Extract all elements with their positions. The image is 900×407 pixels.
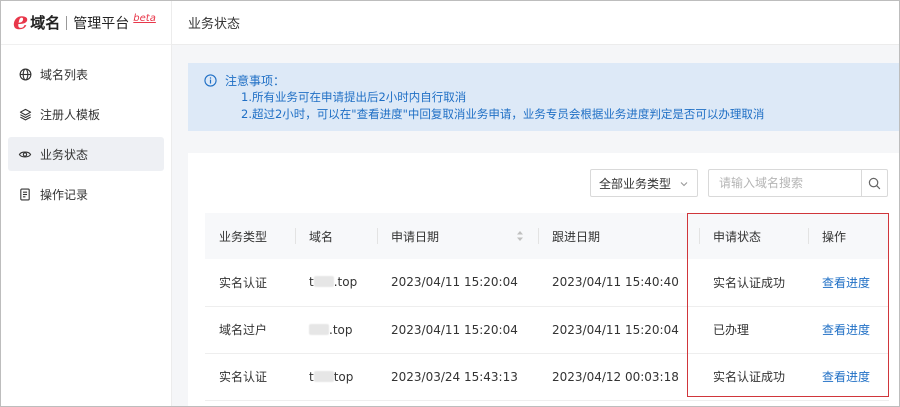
- notice-line: 2.超过2小时，可以在"查看进度"中回复取消业务申请，业务专员会根据业务进度判定…: [241, 107, 765, 121]
- column-header-follow-date: 跟进日期: [538, 213, 699, 259]
- app-window: e 域名 管理平台 beta 域名列表 注册人模板 业务状态 操作记录 业务状态…: [0, 0, 900, 407]
- table-row: 实名认证 t top 2023/03/24 15:43:13 2023/04/12…: [205, 353, 889, 400]
- notice-title: 注意事项：: [225, 74, 286, 88]
- domain-search-input[interactable]: [709, 170, 861, 196]
- sidebar-item-label: 注册人模板: [40, 107, 101, 122]
- brand-name: 域名: [30, 14, 61, 32]
- document-icon: [18, 187, 32, 201]
- sidebar-item-domain-list[interactable]: 域名列表: [8, 57, 164, 91]
- redacted-domain: [313, 276, 334, 288]
- view-progress-link[interactable]: 查看进度: [808, 259, 889, 306]
- eye-icon: [18, 147, 32, 161]
- table-row: 域名过户 .top 2023/04/11 15:20:04 2023/04/11…: [205, 306, 889, 353]
- cell-domain: t .top: [309, 275, 358, 290]
- notice-line: 1.所有业务可在申请提出后2小时内自行取消: [241, 90, 467, 104]
- column-header-status: 申请状态: [699, 213, 808, 259]
- redacted-domain: [313, 370, 334, 382]
- brand-divider: [66, 15, 68, 30]
- cell-domain: t top: [309, 369, 354, 384]
- page-header: 业务状态: [172, 1, 899, 45]
- cell-status: 已办理: [713, 323, 750, 337]
- business-status-card: 全部业务类型 业务类型 域名 申请日期: [188, 153, 899, 406]
- sidebar-item-label: 域名列表: [40, 67, 89, 82]
- brand-subtitle: 管理平台: [73, 15, 130, 32]
- brand-logo[interactable]: e 域名 管理平台 beta: [1, 1, 171, 45]
- business-type-select-value: 全部业务类型: [599, 176, 672, 191]
- cell-business-type: 域名过户: [219, 323, 268, 337]
- info-icon: [204, 74, 217, 87]
- chevron-down-icon: [679, 178, 689, 188]
- sidebar-item-operation-log[interactable]: 操作记录: [8, 177, 164, 211]
- cell-follow-date: 2023/04/11 15:40:40: [552, 275, 679, 290]
- layers-icon: [18, 107, 32, 121]
- business-type-select[interactable]: 全部业务类型: [590, 169, 698, 197]
- sidebar-nav: 域名列表 注册人模板 业务状态 操作记录: [1, 45, 171, 211]
- sidebar: e 域名 管理平台 beta 域名列表 注册人模板 业务状态 操作记录: [1, 1, 172, 406]
- column-header-action: 操作: [808, 213, 889, 259]
- cell-business-type: 实名认证: [219, 370, 268, 384]
- table-header-row: 业务类型 域名 申请日期 跟进日期 申请状态 操作: [205, 213, 889, 259]
- search-icon: [868, 177, 881, 189]
- sidebar-item-label: 业务状态: [40, 147, 89, 162]
- cell-apply-date: 2023/03/24 15:43:13: [391, 369, 518, 384]
- sidebar-item-business-status[interactable]: 业务状态: [8, 137, 164, 171]
- cell-apply-date: 2023/04/11 15:20:04: [391, 275, 518, 290]
- business-status-table: 业务类型 域名 申请日期 跟进日期 申请状态 操作 实名认证 t .top 20…: [205, 213, 889, 401]
- notice-banner: 注意事项： 1.所有业务可在申请提出后2小时内自行取消 2.超过2小时，可以在"…: [188, 63, 899, 131]
- column-header-apply-date[interactable]: 申请日期: [377, 213, 538, 259]
- globe-icon: [18, 67, 32, 81]
- cell-business-type: 实名认证: [219, 275, 268, 290]
- view-progress-link[interactable]: 查看进度: [808, 306, 889, 353]
- domain-search: [708, 169, 888, 197]
- sidebar-item-registrant-template[interactable]: 注册人模板: [8, 97, 164, 131]
- page-title: 业务状态: [188, 17, 241, 32]
- cell-follow-date: 2023/04/11 15:20:04: [552, 322, 679, 337]
- cell-domain: .top: [295, 306, 377, 353]
- cell-status: 实名认证成功: [713, 275, 786, 290]
- cell-status: 实名认证成功: [713, 370, 786, 384]
- search-button[interactable]: [861, 170, 887, 196]
- view-progress-link[interactable]: 查看进度: [808, 353, 889, 400]
- column-header-business-type: 业务类型: [219, 229, 268, 244]
- cell-apply-date: 2023/04/11 15:20:04: [391, 322, 518, 337]
- sidebar-item-label: 操作记录: [40, 187, 89, 202]
- redacted-domain: [309, 323, 329, 335]
- beta-badge: beta: [133, 13, 156, 24]
- column-header-domain: 域名: [295, 213, 377, 259]
- brand-logo-letter: e: [13, 5, 29, 35]
- cell-follow-date: 2023/04/12 00:03:18: [552, 369, 679, 384]
- table-row: 实名认证 t .top 2023/04/11 15:20:04 2023/04/1…: [205, 259, 889, 306]
- sort-icon[interactable]: [516, 230, 524, 242]
